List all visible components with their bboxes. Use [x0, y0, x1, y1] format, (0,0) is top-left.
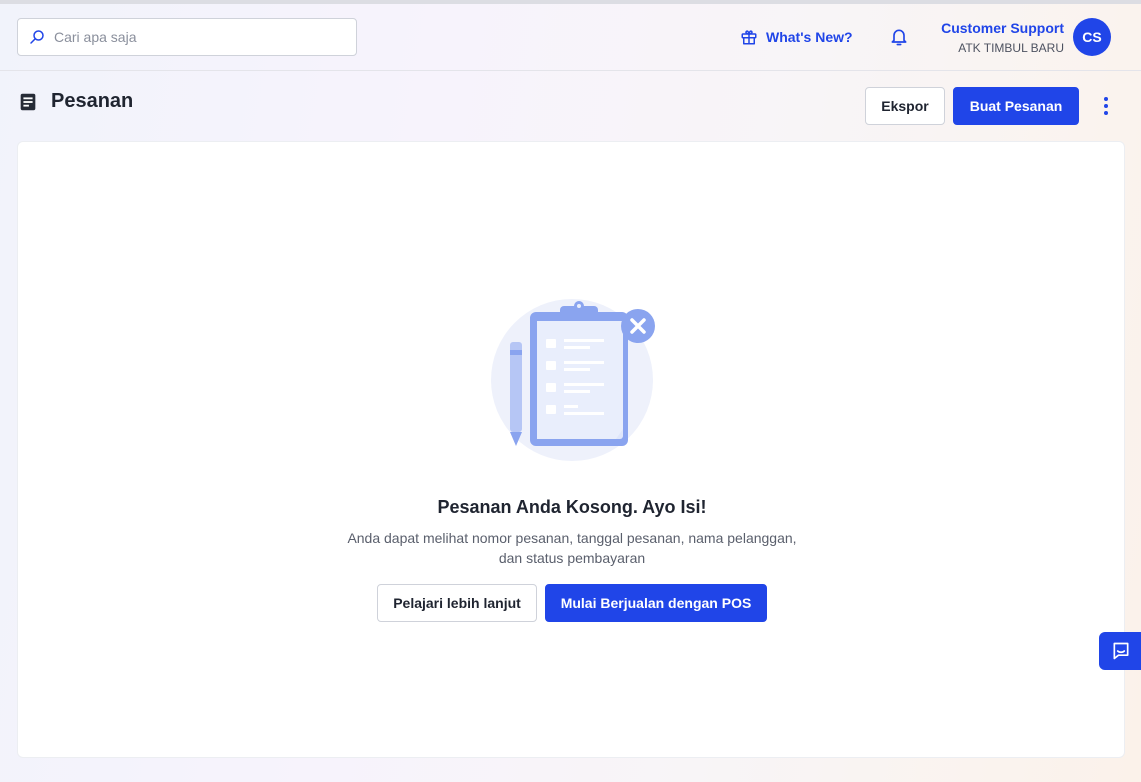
whats-new-link[interactable]: What's New?	[740, 26, 853, 48]
start-pos-button[interactable]: Mulai Berjualan dengan POS	[545, 584, 767, 622]
empty-state-actions: Pelajari lebih lanjut Mulai Berjualan de…	[18, 584, 1126, 622]
export-button[interactable]: Ekspor	[865, 87, 945, 125]
user-info[interactable]: Customer Support ATK TIMBUL BARU	[941, 20, 1064, 57]
page-header: Pesanan Ekspor Buat Pesanan	[17, 86, 1127, 126]
empty-clipboard-illustration	[491, 299, 655, 461]
empty-state-description-line2: dan status pembayaran	[498, 550, 646, 566]
orders-card: Pesanan Anda Kosong. Ayo Isi! Anda dapat…	[17, 141, 1125, 758]
bell-icon[interactable]	[889, 27, 909, 47]
whats-new-label: What's New?	[766, 29, 853, 45]
search-input[interactable]	[54, 29, 334, 45]
page-title-wrap: Pesanan	[17, 90, 133, 113]
chat-icon	[1113, 642, 1129, 660]
empty-state-description-line1: Anda dapat melihat nomor pesanan, tangga…	[347, 530, 797, 546]
search-icon	[30, 30, 44, 44]
receipt-icon	[20, 93, 36, 110]
avatar[interactable]: CS	[1073, 18, 1111, 56]
create-order-button[interactable]: Buat Pesanan	[953, 87, 1079, 125]
more-vertical-icon[interactable]	[1095, 92, 1117, 120]
empty-state-description: Anda dapat melihat nomor pesanan, tangga…	[322, 528, 822, 568]
store-name: ATK TIMBUL BARU	[958, 41, 1064, 55]
page-title: Pesanan	[51, 90, 134, 112]
user-name: Customer Support	[941, 20, 1064, 36]
learn-more-button[interactable]: Pelajari lebih lanjut	[377, 584, 537, 622]
top-bar: What's New? Customer Support ATK TIMBUL …	[0, 4, 1141, 71]
chat-button[interactable]	[1099, 632, 1141, 670]
search-box[interactable]	[17, 18, 357, 56]
empty-state-title: Pesanan Anda Kosong. Ayo Isi!	[437, 497, 707, 517]
gift-icon	[741, 30, 757, 45]
